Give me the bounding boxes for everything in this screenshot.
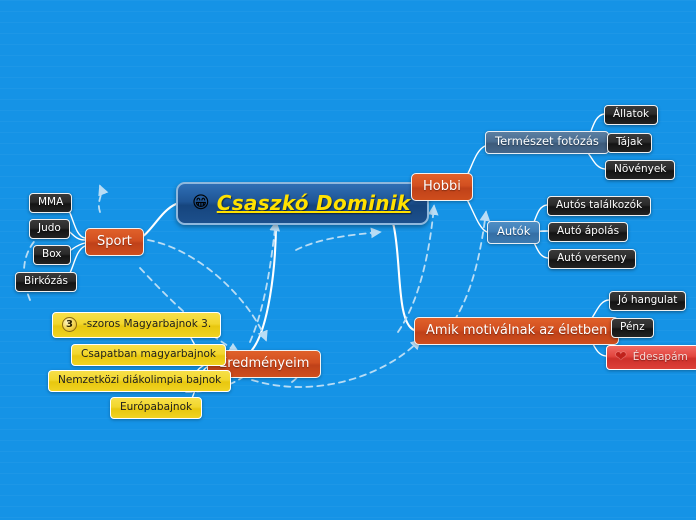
root-node[interactable]: 😁 Csaszkó Dominik <box>176 182 429 225</box>
node-europabajnok[interactable]: Európabajnok <box>110 397 203 419</box>
branch-label-amik-motivalnak: Amik motiválnak az életben <box>426 323 608 338</box>
node-label-csapatban-magyarbajnok: Csapatban magyarbajnok <box>81 348 217 360</box>
node-autos-talalkozok[interactable]: Autós találkozók <box>547 196 652 216</box>
branch-label-eredmenyeim: Eredményeim <box>219 356 310 371</box>
branch-node-amik-motivalnak[interactable]: Amik motiválnak az életben <box>414 317 620 345</box>
node-edesapam[interactable]: ❤ Édesapám <box>606 345 696 370</box>
node-birkozas[interactable]: Birkózás <box>15 272 77 292</box>
node-label-tajak: Tájak <box>616 136 643 148</box>
node-label-judo: Judo <box>38 222 61 234</box>
node-label-edesapam: Édesapám <box>632 350 688 363</box>
node-novenyek[interactable]: Növények <box>605 160 676 180</box>
branch-node-hobbi[interactable]: Hobbi <box>411 173 473 201</box>
grinning-face-emoji: 😁 <box>192 192 210 213</box>
node-tajak[interactable]: Tájak <box>607 133 652 153</box>
branch-label-hobbi: Hobbi <box>423 179 461 194</box>
node-termeszet-fotozas[interactable]: Természet fotózás <box>485 131 609 154</box>
node-label-birkozas: Birkózás <box>24 275 68 287</box>
node-label-mma: MMA <box>38 196 64 208</box>
node-label-nemzetkozi-diakolimpia: Nemzetközi diákolimpia bajnok <box>58 374 222 386</box>
node-label-novenyek: Növények <box>614 163 667 175</box>
node-autok[interactable]: Autók <box>487 221 541 244</box>
node-label-magyarbajnok-3: -szoros Magyarbajnok 3. <box>83 318 212 331</box>
node-auto-verseny[interactable]: Autó verseny <box>548 249 636 269</box>
heart-emoji: ❤ <box>615 349 627 365</box>
node-csapatban-magyarbajnok[interactable]: Csapatban magyarbajnok <box>71 344 227 366</box>
mindmap-canvas[interactable]: 😁 Csaszkó Dominik Hobbi Természet fotózá… <box>0 0 696 520</box>
node-label-allatok: Állatok <box>613 108 650 120</box>
number-three-badge: 3 <box>62 317 77 332</box>
node-jo-hangulat[interactable]: Jó hangulat <box>609 291 687 311</box>
node-label-autok: Autók <box>497 224 531 238</box>
node-magyarbajnok-3[interactable]: 3 -szoros Magyarbajnok 3. <box>52 312 222 338</box>
node-label-penz: Pénz <box>620 321 645 333</box>
node-allatok[interactable]: Állatok <box>604 105 659 125</box>
root-node-label: Csaszkó Dominik <box>216 191 411 215</box>
node-label-europabajnok: Európabajnok <box>120 401 193 413</box>
node-mma[interactable]: MMA <box>29 193 73 213</box>
node-nemzetkozi-diakolimpia[interactable]: Nemzetközi diákolimpia bajnok <box>48 370 232 392</box>
node-label-termeszet-fotozas: Természet fotózás <box>495 134 599 148</box>
node-auto-apolas[interactable]: Autó ápolás <box>548 222 629 242</box>
node-label-auto-verseny: Autó verseny <box>557 252 627 264</box>
branch-label-sport: Sport <box>97 234 132 249</box>
node-judo[interactable]: Judo <box>29 219 70 239</box>
node-label-autos-talalkozok: Autós találkozók <box>556 199 643 211</box>
branch-node-sport[interactable]: Sport <box>85 228 144 256</box>
node-label-box: Box <box>42 248 62 260</box>
node-penz[interactable]: Pénz <box>611 318 654 338</box>
node-label-auto-apolas: Autó ápolás <box>557 225 620 237</box>
node-label-jo-hangulat: Jó hangulat <box>618 294 678 306</box>
node-box[interactable]: Box <box>33 245 71 265</box>
